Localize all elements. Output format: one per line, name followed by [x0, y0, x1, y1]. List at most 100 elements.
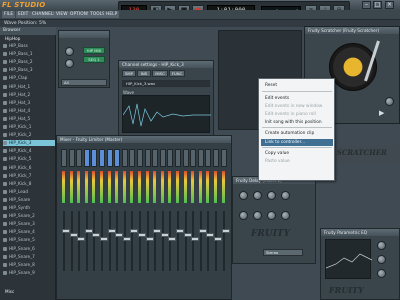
menu-edit[interactable]: EDIT [16, 11, 31, 18]
mixer-track[interactable] [61, 149, 70, 289]
browser-item[interactable]: HIP_Hat_2 [3, 92, 55, 98]
browser-item[interactable]: HIP_Bass_2 [3, 59, 55, 65]
browser-item[interactable]: HIP_Bass [3, 43, 55, 49]
browser-item[interactable]: HIP_Hat_1 [3, 84, 55, 90]
fader-track[interactable] [198, 211, 207, 271]
mixer-track[interactable] [137, 149, 146, 289]
browser-item[interactable]: HIP_Kick_3 [3, 140, 55, 147]
fx1-knob-5[interactable] [239, 211, 248, 220]
mixer-track[interactable] [121, 149, 131, 289]
minimize-button[interactable]: – [362, 1, 371, 9]
browser-item[interactable]: HIP_Snare_3 [3, 221, 55, 227]
mixer-track[interactable] [182, 149, 192, 289]
master-pitch-knob[interactable] [65, 59, 74, 68]
fader-track[interactable] [100, 211, 108, 271]
fader-track[interactable] [221, 211, 230, 271]
fader-track[interactable] [77, 211, 86, 271]
scratcher-play-icon[interactable]: ▶ [379, 109, 384, 117]
fader-handle[interactable] [221, 229, 230, 233]
browser-item[interactable]: HIP_Kick_8 [3, 181, 55, 187]
browser-item[interactable]: HIP_Snare_2 [3, 213, 55, 219]
close-button[interactable]: × [385, 1, 394, 9]
browser-item[interactable]: HIP_Clap [3, 75, 55, 81]
channel-settings-title[interactable]: Channel settings - HIP_Kick_3 [119, 61, 213, 68]
browser-item[interactable]: HIP_Snare [3, 197, 55, 203]
fader-track[interactable] [168, 211, 177, 271]
browser-item[interactable]: HIP_Hat_4 [3, 108, 55, 114]
menu-file[interactable]: FILE [2, 11, 16, 18]
mixer-track[interactable] [114, 149, 124, 289]
browser-folder-footer[interactable]: Misc [3, 289, 55, 295]
browser-item[interactable]: HIP_Kick_6 [3, 165, 55, 171]
fx1-knob-4[interactable] [281, 191, 290, 200]
mixer-track[interactable] [159, 149, 169, 289]
mixer-track[interactable] [129, 149, 139, 289]
fx2-knob-2[interactable] [377, 255, 386, 264]
scratcher-knob-right[interactable] [385, 97, 394, 106]
mixer-track[interactable] [175, 149, 184, 289]
fader-track[interactable] [107, 211, 116, 271]
context-menu-item[interactable]: Init song with this position [265, 119, 333, 126]
tab-func[interactable]: FUNC [169, 70, 185, 77]
fader-track[interactable] [160, 211, 169, 271]
browser-item[interactable]: HIP_Bass_1 [3, 51, 55, 57]
context-menu-item[interactable]: Reset [265, 82, 333, 89]
fader-track[interactable] [183, 211, 192, 271]
browser-item[interactable]: HIP_Snare_8 [3, 262, 55, 268]
scratcher-title[interactable]: Fruity Scratcher (Fruity Scratcher) [305, 27, 399, 34]
fx1-mode-dropdown[interactable]: Stereo [263, 249, 303, 256]
pattern-button-b[interactable]: SEQ 1 [83, 56, 105, 63]
fx-window-2-title[interactable]: Fruity Parametric EQ [321, 229, 399, 236]
browser-item[interactable]: HIP_Snare_9 [3, 270, 55, 276]
filter-dropdown[interactable]: All [61, 79, 107, 86]
tab-misc[interactable]: MISC [152, 70, 168, 77]
mixer-track[interactable] [106, 149, 116, 289]
browser-item[interactable]: HIP_Hat_5 [3, 116, 55, 122]
fader-track[interactable] [92, 211, 101, 271]
mixer-track[interactable] [68, 149, 78, 289]
fx1-knob-3[interactable] [267, 191, 276, 200]
context-menu-item[interactable]: Create automation clip [265, 130, 333, 137]
mixer-track[interactable] [152, 149, 162, 289]
tab-ins[interactable]: INS [137, 70, 151, 77]
fader-track[interactable] [130, 211, 139, 271]
browser-item[interactable]: HIP_Kick_4 [3, 148, 55, 154]
fader-track[interactable] [153, 211, 162, 271]
fx1-knob-6[interactable] [253, 211, 262, 220]
fader-track[interactable] [122, 211, 131, 271]
browser-item[interactable]: HIP_Kick_7 [3, 173, 55, 179]
mixer-track[interactable] [83, 149, 93, 289]
fx1-knob-7[interactable] [267, 211, 276, 220]
mixer-track[interactable] [220, 149, 230, 289]
mixer-track[interactable] [205, 149, 215, 289]
browser-item[interactable]: HIP_Bass_3 [3, 67, 55, 73]
master-volume-knob[interactable] [65, 47, 74, 56]
mixer-track[interactable] [76, 149, 86, 289]
sample-name-field[interactable]: HIP_Kick_3.wav [122, 80, 210, 87]
browser-item[interactable]: HIP_Kick_2 [3, 132, 55, 138]
mixer-track[interactable] [190, 149, 200, 289]
browser-item[interactable]: HIP_Snare_7 [3, 254, 55, 260]
maximize-button[interactable]: □ [373, 1, 382, 9]
fx2-knob-1[interactable] [377, 241, 386, 250]
mixer-track[interactable] [197, 149, 207, 289]
mixer-track[interactable] [99, 149, 108, 289]
mixer-track[interactable] [213, 149, 222, 289]
fader-track[interactable] [138, 211, 146, 271]
fader-track[interactable] [145, 211, 154, 271]
browser-item[interactable]: HIP_Snare_6 [3, 246, 55, 252]
browser-item[interactable]: HIP_Synth [3, 205, 55, 211]
context-menu-item[interactable]: Link to controller... [261, 139, 333, 146]
fader-track[interactable] [214, 211, 222, 271]
pattern-button-a[interactable]: HIP MIX [83, 47, 105, 54]
fader-track[interactable] [206, 211, 215, 271]
fader-track[interactable] [176, 211, 184, 271]
fader-track[interactable] [115, 211, 124, 271]
fader-track[interactable] [69, 211, 78, 271]
browser-item[interactable]: HIP_Snare_4 [3, 229, 55, 235]
context-menu-item[interactable]: Copy value [265, 150, 333, 157]
browser-folder-root[interactable]: HipHop [3, 36, 55, 42]
browser-item[interactable]: HIP_Hat_3 [3, 100, 55, 106]
fader-track[interactable] [62, 211, 70, 271]
browser-item[interactable]: HIP_Kick_5 [3, 156, 55, 162]
